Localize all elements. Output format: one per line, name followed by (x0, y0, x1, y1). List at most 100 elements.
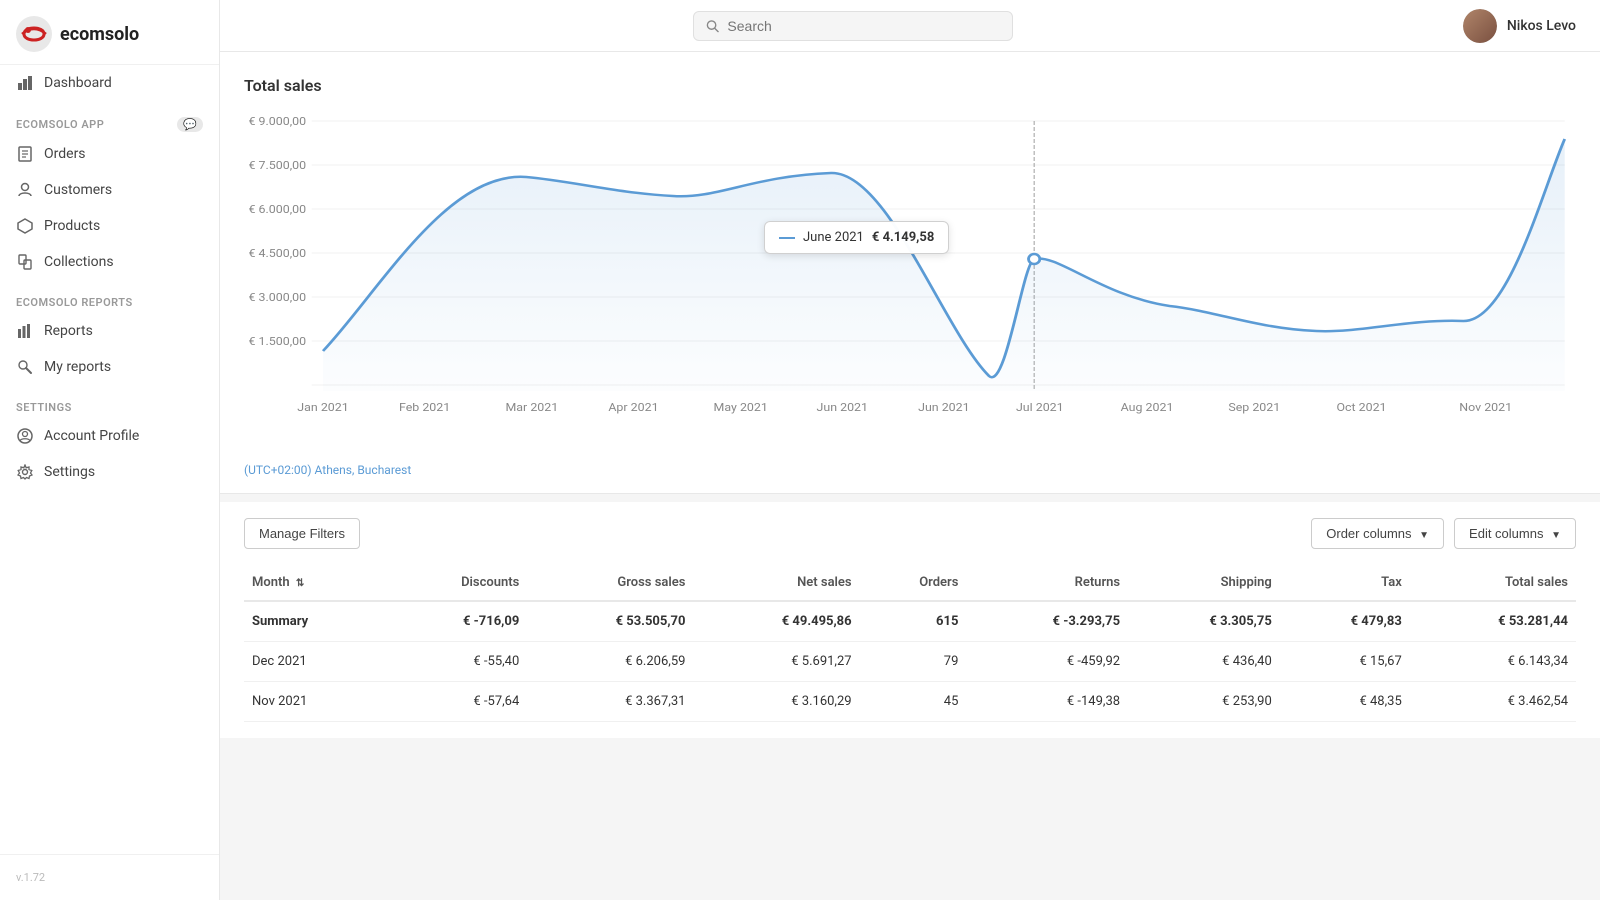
toolbar-right: Order columns ▼ Edit columns ▼ (1311, 518, 1576, 549)
table-cell: € 6.206,59 (527, 642, 693, 682)
table-section: Manage Filters Order columns ▼ Edit colu… (220, 502, 1600, 738)
table-cell: € 3.305,75 (1128, 601, 1280, 642)
user-area: Nikos Levo (1463, 9, 1576, 43)
table-row: Summary€ -716,09€ 53.505,70€ 49.495,8661… (244, 601, 1576, 642)
edit-columns-caret: ▼ (1551, 530, 1561, 541)
table-toolbar: Manage Filters Order columns ▼ Edit colu… (244, 518, 1576, 549)
table-cell: € -57,64 (384, 682, 528, 722)
chart-card: Total sales € 9.000,00 € 7.500,00 € 6.00… (220, 52, 1600, 494)
order-columns-button[interactable]: Order columns ▼ (1311, 518, 1444, 549)
svg-text:Mar 2021: Mar 2021 (505, 401, 558, 414)
version-label: v.1.72 (0, 863, 219, 892)
svg-text:€ 6.000,00: € 6.000,00 (248, 203, 306, 216)
col-shipping: Shipping (1128, 565, 1280, 601)
svg-text:Aug 2021: Aug 2021 (1121, 401, 1174, 414)
sidebar-item-products-label: Products (44, 218, 100, 234)
sidebar-item-settings[interactable]: Settings (0, 454, 219, 490)
products-icon (16, 217, 34, 235)
reports-icon (16, 322, 34, 340)
table-cell: 615 (860, 601, 967, 642)
svg-text:May 2021: May 2021 (714, 401, 768, 414)
sidebar-bottom: v.1.72 (0, 854, 219, 900)
table-cell: € -149,38 (966, 682, 1128, 722)
col-returns: Returns (966, 565, 1128, 601)
tooltip-line-icon (779, 237, 795, 239)
sidebar-item-account-label: Account Profile (44, 428, 139, 444)
orders-icon (16, 145, 34, 163)
table-cell: € 436,40 (1128, 642, 1280, 682)
svg-text:Jun 2021: Jun 2021 (817, 401, 869, 414)
svg-text:Sep 2021: Sep 2021 (1228, 401, 1280, 414)
total-sales-chart: € 9.000,00 € 7.500,00 € 6.000,00 € 4.500… (244, 111, 1576, 451)
table-cell: € 48,35 (1280, 682, 1410, 722)
chart-container: € 9.000,00 € 7.500,00 € 6.000,00 € 4.500… (244, 111, 1576, 455)
sidebar-item-customers[interactable]: Customers (0, 172, 219, 208)
table-cell: € 3.367,31 (527, 682, 693, 722)
dashboard-icon (16, 74, 34, 92)
table-cell: € 6.143,34 (1410, 642, 1576, 682)
table-cell: € 53.281,44 (1410, 601, 1576, 642)
svg-text:€ 9.000,00: € 9.000,00 (248, 115, 306, 128)
sidebar-item-collections[interactable]: Collections (0, 244, 219, 280)
table-cell: € -716,09 (384, 601, 528, 642)
sidebar-item-my-reports-label: My reports (44, 359, 111, 375)
settings-icon (16, 463, 34, 481)
table-cell: € 15,67 (1280, 642, 1410, 682)
svg-text:€ 4.500,00: € 4.500,00 (248, 247, 306, 260)
sidebar-item-account-profile[interactable]: Account Profile (0, 418, 219, 454)
col-tax: Tax (1280, 565, 1410, 601)
collections-icon (16, 253, 34, 271)
sidebar-item-dashboard[interactable]: Dashboard (0, 65, 219, 101)
app-name: ecomsolo (60, 24, 139, 45)
table-cell: € 3.462,54 (1410, 682, 1576, 722)
search-icon (706, 19, 719, 33)
sidebar-item-reports[interactable]: Reports (0, 313, 219, 349)
section-reports-label: Ecomsolo Reports (0, 280, 219, 313)
sidebar-item-reports-label: Reports (44, 323, 93, 339)
account-icon (16, 427, 34, 445)
table-cell: € 5.691,27 (693, 642, 859, 682)
search-bar[interactable] (693, 11, 1013, 41)
content-area: Total sales € 9.000,00 € 7.500,00 € 6.00… (220, 52, 1600, 900)
table-cell: € -459,92 (966, 642, 1128, 682)
sidebar-item-products[interactable]: Products (0, 208, 219, 244)
table-header: Month ⇅ Discounts Gross sales Net sales … (244, 565, 1576, 601)
col-orders: Orders (860, 565, 967, 601)
table-cell: € -55,40 (384, 642, 528, 682)
sort-icon: ⇅ (296, 578, 304, 589)
table-cell: € 3.160,29 (693, 682, 859, 722)
section-app-label: Ecomsolo App (16, 118, 104, 131)
section-app-badge: 💬 (177, 117, 203, 132)
svg-text:Nov 2021: Nov 2021 (1459, 401, 1512, 414)
user-name: Nikos Levo (1507, 18, 1576, 34)
svg-text:Oct 2021: Oct 2021 (1336, 401, 1386, 414)
sidebar: ecomsolo Dashboard Ecomsolo App 💬 Orders… (0, 0, 220, 900)
col-month[interactable]: Month ⇅ (244, 565, 384, 601)
sidebar-item-customers-label: Customers (44, 182, 112, 198)
sidebar-item-orders[interactable]: Orders (0, 136, 219, 172)
section-settings-label: Settings (0, 385, 219, 418)
table-cell: 79 (860, 642, 967, 682)
table-cell: € 53.505,70 (527, 601, 693, 642)
edit-columns-button[interactable]: Edit columns ▼ (1454, 518, 1576, 549)
manage-filters-button[interactable]: Manage Filters (244, 518, 360, 549)
dashboard-label: Dashboard (44, 75, 112, 91)
col-gross-sales: Gross sales (527, 565, 693, 601)
svg-text:Apr 2021: Apr 2021 (608, 401, 658, 414)
sidebar-item-settings-label: Settings (44, 464, 95, 480)
svg-text:€ 7.500,00: € 7.500,00 (248, 159, 306, 172)
col-net-sales: Net sales (693, 565, 859, 601)
table-cell: € 253,90 (1128, 682, 1280, 722)
section-app: Ecomsolo App 💬 (0, 101, 219, 136)
sidebar-item-orders-label: Orders (44, 146, 86, 162)
svg-text:Jun 2021: Jun 2021 (918, 401, 970, 414)
my-reports-icon (16, 358, 34, 376)
svg-text:Jul 2021: Jul 2021 (1016, 401, 1064, 414)
tooltip-month: June 2021 (803, 230, 864, 245)
main-area: Nikos Levo Total sales € 9.000,00 (220, 0, 1600, 900)
search-input[interactable] (727, 18, 1000, 34)
table-cell: € 49.495,86 (693, 601, 859, 642)
table-row: Nov 2021€ -57,64€ 3.367,31€ 3.160,2945€ … (244, 682, 1576, 722)
sidebar-item-my-reports[interactable]: My reports (0, 349, 219, 385)
table-cell: € -3.293,75 (966, 601, 1128, 642)
